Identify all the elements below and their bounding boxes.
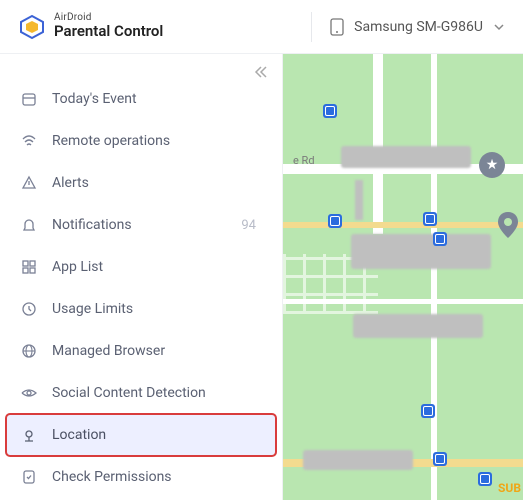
notification-count-badge: 94 [241,218,262,233]
sidebar-item-check-permissions[interactable]: Check Permissions [0,456,282,498]
alert-icon [20,175,38,191]
brand: AirDroid Parental Control [18,13,163,41]
clock-limit-icon [20,301,38,317]
sidebar-item-managed-browser[interactable]: Managed Browser [0,330,282,372]
grid-icon [20,259,38,275]
map-road [373,54,383,234]
road-label: e Rd [293,154,315,167]
signal-icon [20,133,38,149]
sidebar-item-location[interactable]: Location [6,414,276,456]
bus-stop-icon[interactable] [421,404,435,418]
sidebar-item-label: Alerts [52,175,262,191]
sidebar: Today's Event Remote operations Alerts N… [0,54,283,500]
sidebar-item-usage-limits[interactable]: Usage Limits [0,288,282,330]
brand-title: Parental Control [54,24,163,40]
star-pin-icon[interactable]: ★ [479,152,505,178]
map-view[interactable]: e Rd ★ SUB [283,54,523,500]
subway-label: SUB [498,481,521,495]
sidebar-item-alerts[interactable]: Alerts [0,162,282,204]
map-blurred-label [303,450,413,470]
bus-stop-icon[interactable] [433,452,447,466]
bus-stop-icon[interactable] [423,212,437,226]
sidebar-item-label: Notifications [52,217,227,233]
calendar-icon [20,91,38,107]
map-blurred-label [355,180,363,220]
content: Today's Event Remote operations Alerts N… [0,54,523,500]
bus-stop-icon[interactable] [433,232,447,246]
map-pin-icon[interactable] [497,212,519,238]
device-icon [330,18,344,36]
map-blurred-label [341,146,471,168]
sidebar-item-label: Location [52,427,262,443]
eye-icon [20,385,38,401]
permissions-icon [20,469,38,485]
sidebar-item-label: Check Permissions [52,469,262,485]
device-selector[interactable]: Samsung SM-G986U [311,12,505,42]
bus-stop-icon[interactable] [323,104,337,118]
sidebar-item-label: App List [52,259,262,275]
map-road [283,222,523,228]
brand-text: AirDroid Parental Control [54,13,163,39]
sidebar-item-social-content-detection[interactable]: Social Content Detection [0,372,282,414]
bus-stop-icon[interactable] [478,472,492,486]
sidebar-item-label: Usage Limits [52,301,262,317]
sidebar-item-label: Remote operations [52,133,262,149]
sidebar-item-app-list[interactable]: App List [0,246,282,288]
sidebar-item-label: Managed Browser [52,343,262,359]
bus-stop-icon[interactable] [328,214,342,228]
header: AirDroid Parental Control Samsung SM-G98… [0,0,523,54]
map-blurred-label [351,234,491,269]
map-blurred-label [353,314,483,338]
location-icon [20,427,38,443]
sidebar-item-todays-event[interactable]: Today's Event [0,78,282,120]
sidebar-item-label: Social Content Detection [52,385,262,401]
sidebar-item-notifications[interactable]: Notifications 94 [0,204,282,246]
map-road [431,54,437,500]
globe-icon [20,343,38,359]
device-name: Samsung SM-G986U [354,19,483,35]
sidebar-item-remote-operations[interactable]: Remote operations [0,120,282,162]
brand-logo-icon [18,13,46,41]
bell-icon [20,217,38,233]
chevron-down-icon [493,21,505,33]
sidebar-item-label: Today's Event [52,91,262,107]
